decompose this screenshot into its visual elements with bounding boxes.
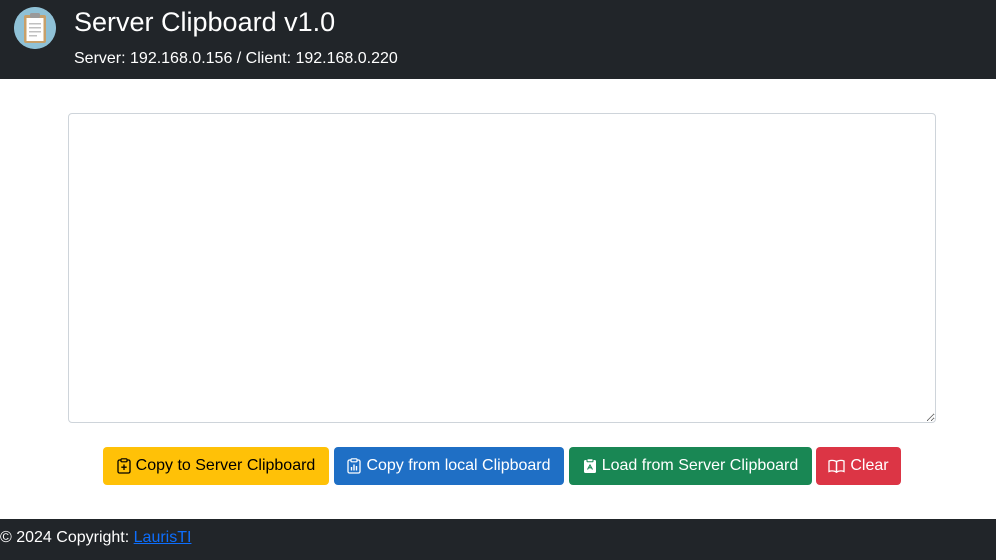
copy-from-local-button[interactable]: Copy from local Clipboard bbox=[334, 447, 564, 485]
page-title: Server Clipboard v1.0 bbox=[74, 7, 336, 37]
copy-from-local-label: Copy from local Clipboard bbox=[366, 457, 551, 474]
copy-to-server-label: Copy to Server Clipboard bbox=[135, 457, 316, 474]
copyright-label: © 2024 Copyright: bbox=[0, 529, 130, 546]
author-link[interactable]: LaurisTI bbox=[134, 529, 192, 546]
clipboard-check-icon bbox=[583, 458, 597, 474]
copy-to-server-button[interactable]: Copy to Server Clipboard bbox=[103, 447, 329, 485]
connection-info: Server: 192.168.0.156 / Client: 192.168.… bbox=[74, 50, 398, 67]
clipboard-plus-icon bbox=[117, 458, 131, 474]
load-from-server-button[interactable]: Load from Server Clipboard bbox=[569, 447, 812, 485]
load-from-server-label: Load from Server Clipboard bbox=[601, 457, 799, 474]
clear-label: Clear bbox=[850, 457, 889, 474]
clipboard-icon bbox=[14, 7, 56, 49]
clear-button[interactable]: Clear bbox=[816, 447, 901, 485]
app-header: Server Clipboard v1.0 Server: 192.168.0.… bbox=[0, 0, 996, 79]
clipboard-data-icon bbox=[347, 458, 362, 474]
clipboard-textarea[interactable] bbox=[68, 113, 936, 423]
clipboard-editor-container bbox=[68, 113, 936, 423]
book-icon bbox=[828, 459, 846, 473]
page-footer: © 2024 Copyright: LaurisTI bbox=[0, 519, 996, 560]
copyright-text: © 2024 Copyright: LaurisTI bbox=[0, 529, 191, 547]
